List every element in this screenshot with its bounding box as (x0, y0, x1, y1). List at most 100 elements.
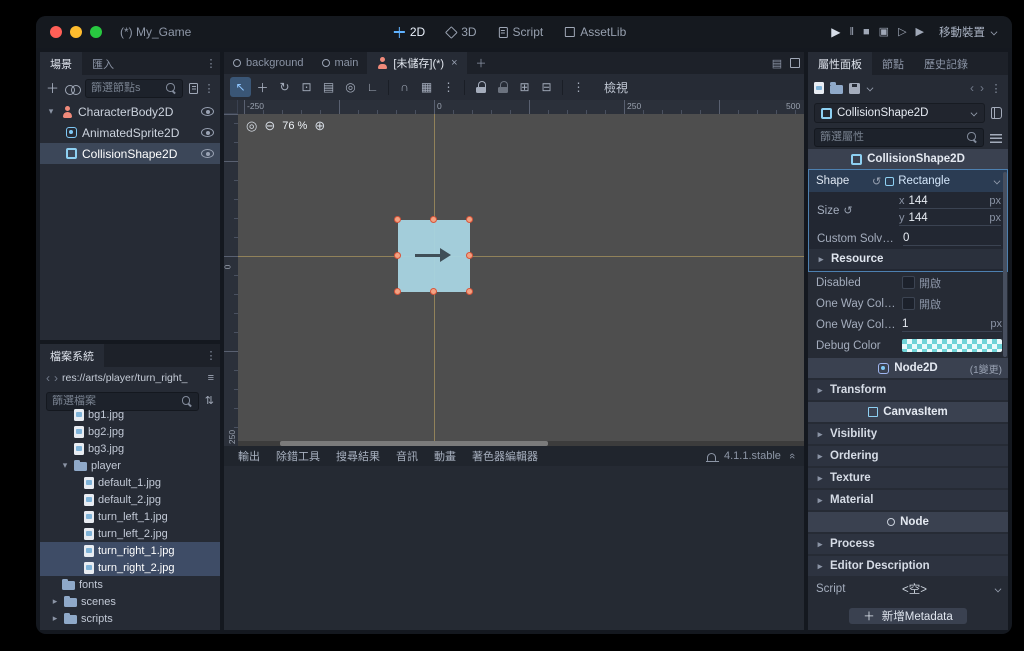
scene-tab-unsaved[interactable]: [未儲存](*) × (367, 52, 467, 74)
tree-row-characterbody2d[interactable]: ▾ CharacterBody2D (40, 101, 220, 122)
scene-list-icon[interactable]: ▤ (768, 52, 786, 74)
chevron-down-icon[interactable] (993, 178, 1001, 184)
one-way-margin-field[interactable]: 1 px (902, 318, 1002, 332)
distraction-free-icon[interactable] (786, 52, 804, 74)
file-row[interactable]: default_2.jpg (40, 491, 220, 508)
history-forward-icon[interactable]: › (54, 371, 58, 385)
property-shape[interactable]: Shape ↺ Rectangle (809, 170, 1007, 192)
history-back-icon[interactable]: ‹ (970, 81, 974, 95)
file-row[interactable]: turn_left_2.jpg (40, 525, 220, 542)
file-row-selected[interactable]: turn_right_1.jpg (40, 542, 220, 559)
pivot-tool-icon[interactable]: ◎ (340, 77, 361, 97)
new-resource-icon[interactable] (814, 82, 824, 94)
move-tool-icon[interactable]: ＋ (252, 77, 273, 97)
tab-inspector[interactable]: 屬性面板 (808, 52, 872, 75)
revert-icon[interactable]: ↺ (843, 204, 852, 217)
view-menu-button[interactable]: 檢視 (604, 79, 628, 96)
collapse-caret-icon[interactable]: ▾ (46, 106, 56, 117)
tab-filesystem[interactable]: 檔案系統 (40, 344, 104, 367)
file-row[interactable]: default_1.jpg (40, 474, 220, 491)
history-back-icon[interactable]: ‹ (46, 371, 50, 385)
tab-animation[interactable]: 動畫 (426, 446, 464, 466)
horizontal-scrollbar-thumb[interactable] (280, 441, 548, 446)
attach-script-icon[interactable] (189, 82, 198, 94)
selection-handle[interactable] (394, 252, 401, 259)
close-tab-icon[interactable]: × (451, 57, 457, 69)
selection-handle[interactable] (466, 216, 473, 223)
selection-handle[interactable] (430, 288, 437, 295)
open-docs-icon[interactable] (991, 107, 1002, 119)
one-way-collision-checkbox[interactable] (902, 297, 915, 310)
file-row[interactable]: bg1.jpg (40, 406, 220, 423)
select-tool-icon[interactable]: ↖ (230, 77, 251, 97)
section-process[interactable]: ▸ Process (808, 534, 1008, 554)
section-transform[interactable]: ▸ Transform (808, 380, 1008, 400)
tab-audio[interactable]: 音訊 (388, 446, 426, 466)
zoom-out-button[interactable]: ⊖ (264, 119, 275, 132)
center-view-icon[interactable]: ◎ (246, 119, 257, 132)
selection-handle[interactable] (466, 288, 473, 295)
revert-icon[interactable]: ↺ (872, 175, 881, 188)
new-scene-tab-button[interactable]: ＋ (467, 52, 496, 74)
collapse-caret-icon[interactable]: ▾ (60, 460, 70, 471)
save-resource-icon[interactable] (849, 82, 860, 94)
folder-row-scenes[interactable]: ▸ scenes (40, 593, 220, 610)
expand-caret-icon[interactable]: ▸ (50, 613, 60, 624)
skeleton-options-icon[interactable]: ⋮ (568, 77, 589, 97)
tab-search-results[interactable]: 搜尋結果 (328, 446, 388, 466)
dock-options-icon[interactable]: ⋮ (202, 52, 220, 75)
expand-caret-icon[interactable]: ▸ (50, 596, 60, 607)
close-window-button[interactable] (50, 26, 62, 38)
list-select-tool-icon[interactable]: ▤ (318, 77, 339, 97)
tab-2d[interactable]: 2D (393, 25, 425, 39)
file-row[interactable]: bg3.jpg (40, 440, 220, 457)
tab-node[interactable]: 節點 (872, 52, 914, 75)
dock-options-icon[interactable]: ⋮ (202, 344, 220, 367)
scene-tab-background[interactable]: background (224, 52, 313, 74)
instance-scene-icon[interactable] (65, 84, 82, 95)
zoom-in-button[interactable]: ⊕ (314, 119, 325, 132)
snap-options-icon[interactable]: ⋮ (438, 77, 459, 97)
section-texture[interactable]: ▸ Texture (808, 468, 1008, 488)
disabled-checkbox[interactable] (902, 276, 915, 289)
selection-handle[interactable] (394, 288, 401, 295)
file-row[interactable]: bg2.jpg (40, 423, 220, 440)
section-material[interactable]: ▸ Material (808, 490, 1008, 510)
load-resource-icon[interactable] (830, 82, 843, 94)
notification-bell-icon[interactable] (706, 453, 719, 462)
lock-icon[interactable] (470, 77, 491, 97)
inspector-scrollbar[interactable] (1003, 172, 1007, 357)
tab-script[interactable]: Script (498, 25, 543, 39)
play-button[interactable]: ▶ (831, 26, 840, 38)
expand-bottom-panel-icon[interactable]: « (786, 453, 798, 459)
grid-snap-icon[interactable]: ▦ (416, 77, 437, 97)
toggle-split-mode-icon[interactable]: ≡ (208, 372, 214, 384)
smart-snap-icon[interactable]: ∩ (394, 77, 415, 97)
filter-options-icon[interactable] (990, 133, 1002, 143)
section-visibility[interactable]: ▸ Visibility (808, 424, 1008, 444)
scene-tab-main[interactable]: main (313, 52, 368, 74)
selection-handle[interactable] (394, 216, 401, 223)
custom-solver-field[interactable]: 0 (903, 232, 1001, 246)
tab-output[interactable]: 輸出 (230, 446, 268, 466)
tab-history[interactable]: 歷史記錄 (914, 52, 978, 75)
section-editor-description[interactable]: ▸ Editor Description (808, 556, 1008, 576)
zoom-level[interactable]: 76 % (282, 120, 307, 132)
size-y-field[interactable]: y 144 px (899, 212, 1001, 226)
rotate-tool-icon[interactable]: ↻ (274, 77, 295, 97)
node-selector-dropdown[interactable]: CollisionShape2D (814, 103, 985, 123)
selection-handle[interactable] (430, 216, 437, 223)
ruler-tool-icon[interactable]: ∟ (362, 77, 383, 97)
engine-version[interactable]: 4.1.1.stable (724, 450, 781, 462)
visibility-eye-icon[interactable] (201, 149, 214, 158)
scene-extra-options-icon[interactable]: ⋮ (204, 82, 215, 95)
group-icon[interactable]: ⊞ (514, 77, 535, 97)
ungroup-icon[interactable]: ⊟ (536, 77, 557, 97)
folder-row-scripts[interactable]: ▸ scripts (40, 610, 220, 627)
tree-row-collisionshape2d[interactable]: CollisionShape2D (40, 143, 220, 164)
script-dropdown[interactable]: <空> (902, 581, 1002, 597)
property-filter-input[interactable] (820, 131, 962, 143)
section-resource[interactable]: ▸ Resource (809, 249, 1007, 269)
selection-handle[interactable] (466, 252, 473, 259)
chevron-down-icon[interactable] (866, 85, 874, 91)
